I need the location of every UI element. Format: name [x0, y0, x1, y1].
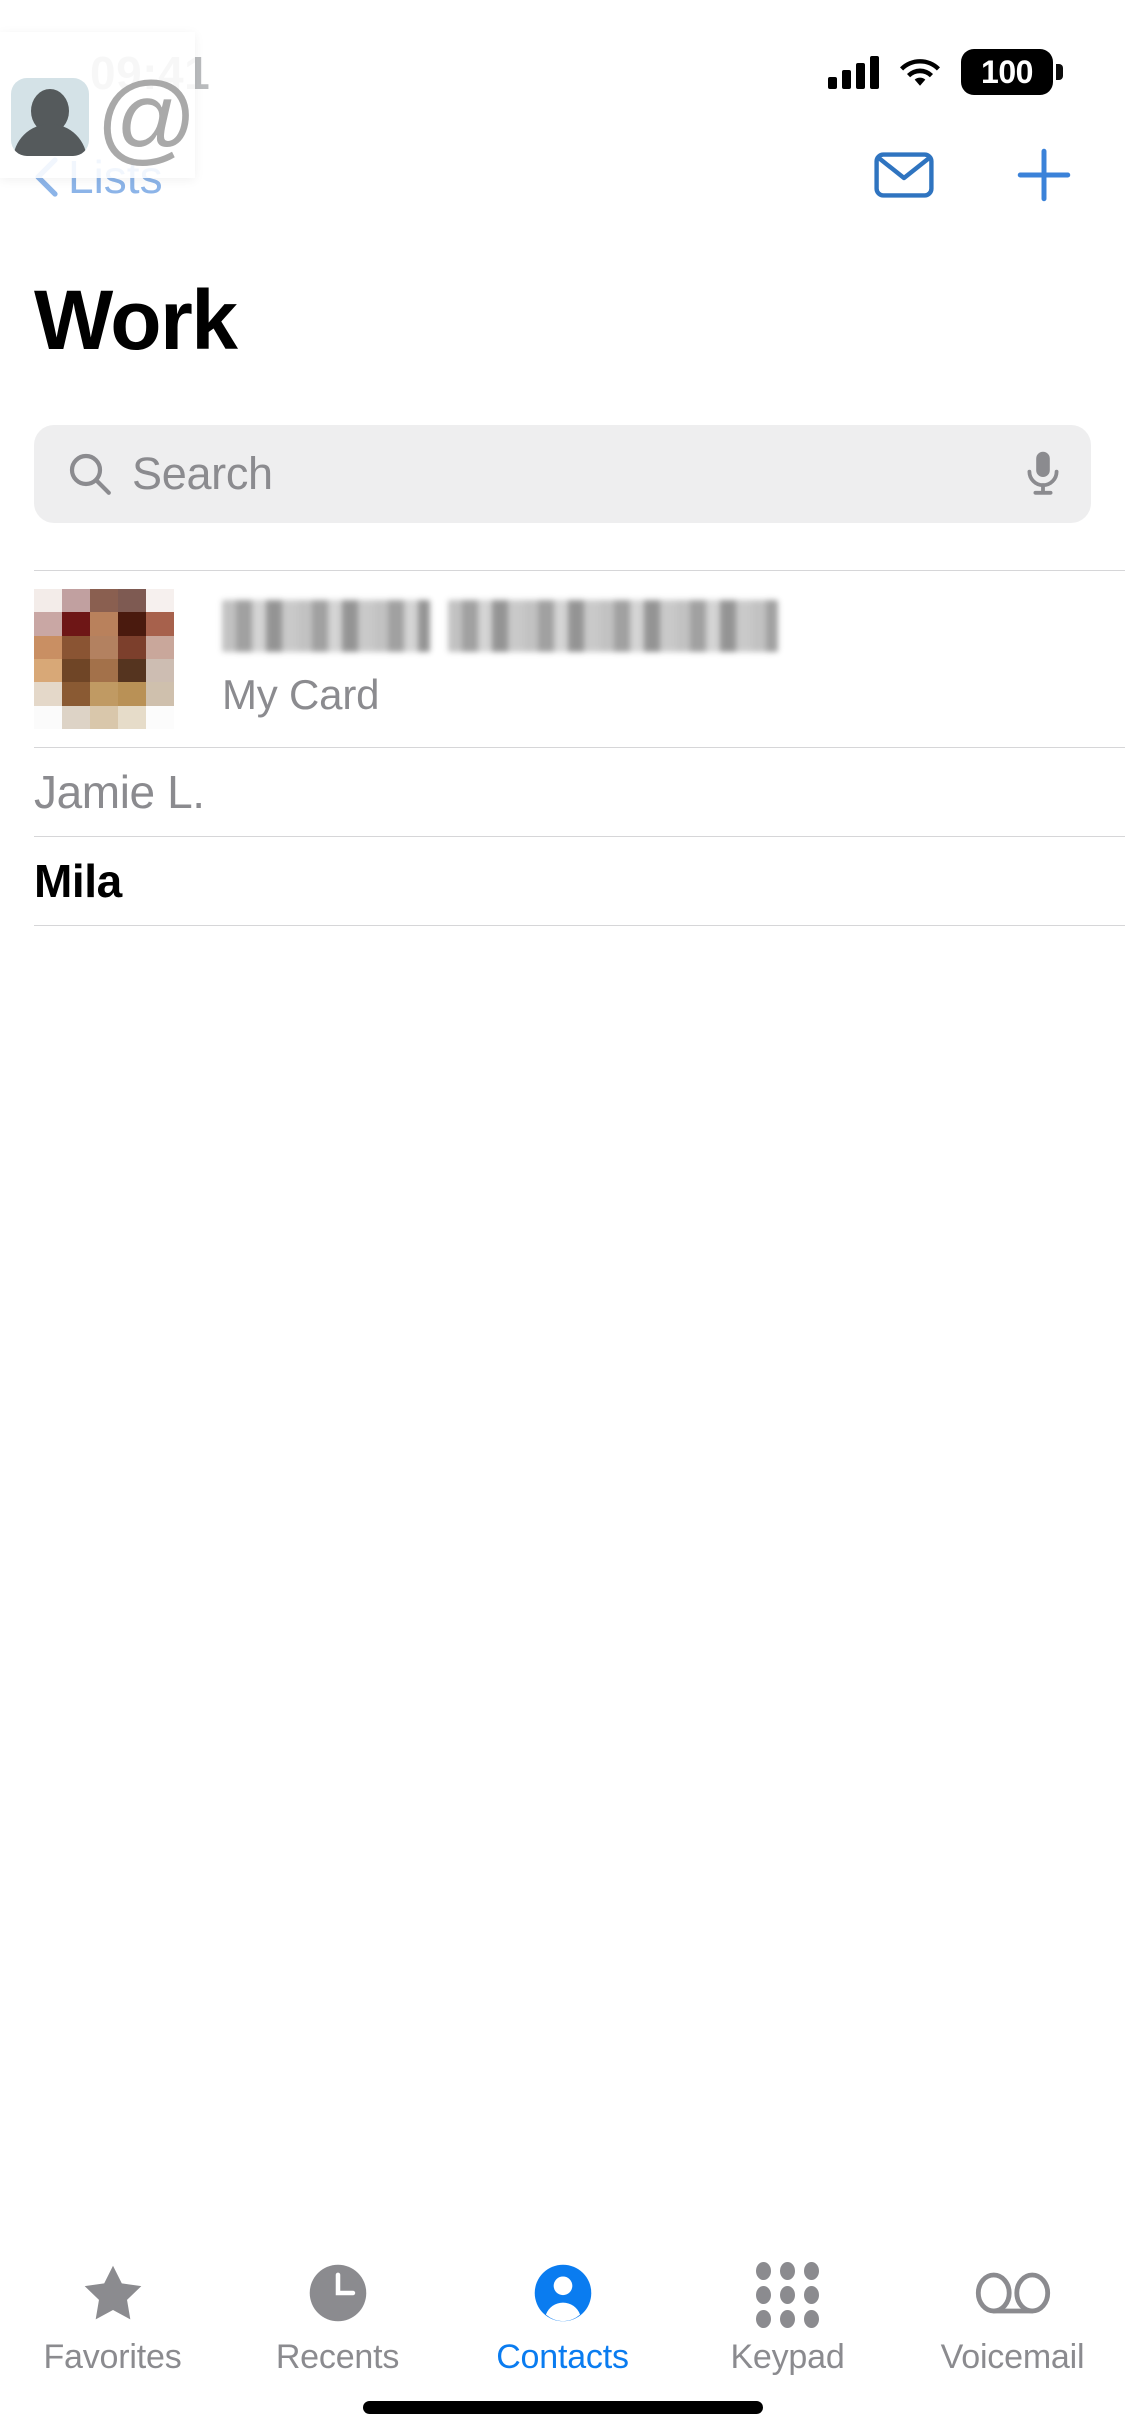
add-contact-button[interactable] — [1011, 142, 1077, 208]
voicemail-icon — [975, 2258, 1051, 2328]
my-card-text: My Card — [222, 599, 1091, 719]
tab-keypad[interactable]: Keypad — [675, 2258, 900, 2377]
contact-name: Mila — [34, 855, 122, 907]
tab-label: Favorites — [43, 2338, 182, 2376]
search-bar[interactable]: Search — [34, 425, 1091, 523]
tab-label: Keypad — [730, 2338, 845, 2376]
search-input[interactable]: Search — [132, 448, 1023, 500]
floating-overlay-card[interactable]: @ — [0, 32, 198, 178]
microphone-icon[interactable] — [1023, 449, 1063, 499]
contacts-list: My Card Jamie L. Mila — [0, 570, 1125, 926]
status-indicators: 100 — [828, 49, 1063, 95]
my-card-row[interactable]: My Card — [0, 571, 1125, 747]
person-circle-icon — [531, 2258, 595, 2328]
plus-icon — [1017, 148, 1071, 202]
wifi-icon — [900, 58, 940, 86]
mail-button[interactable] — [871, 142, 937, 208]
person-avatar-icon — [11, 78, 89, 156]
list-item[interactable]: Jamie L. — [0, 748, 1125, 836]
tab-contacts[interactable]: Contacts — [450, 2258, 675, 2377]
tab-label: Recents — [275, 2338, 400, 2376]
battery-percent: 100 — [981, 53, 1033, 90]
tab-label: Voicemail — [940, 2338, 1085, 2376]
nav-bar-actions — [871, 142, 1077, 208]
my-card-avatar — [34, 589, 174, 729]
battery-icon: 100 — [961, 49, 1063, 95]
home-indicator[interactable] — [362, 2401, 763, 2414]
tab-voicemail[interactable]: Voicemail — [900, 2258, 1125, 2377]
at-symbol-icon: @ — [96, 62, 198, 174]
tab-recents[interactable]: Recents — [225, 2258, 450, 2377]
keypad-dots-icon — [756, 2258, 819, 2328]
page-title: Work — [34, 273, 238, 367]
envelope-icon — [874, 152, 934, 198]
phone-screen: 09:41 100 Lists — [0, 0, 1125, 2436]
clock-icon — [306, 2258, 370, 2328]
my-card-name-redacted — [222, 599, 1091, 653]
star-icon — [80, 2258, 146, 2328]
list-divider — [34, 925, 1125, 926]
tab-favorites[interactable]: Favorites — [0, 2258, 225, 2377]
my-card-subtitle: My Card — [222, 671, 380, 718]
contact-name: Jamie L. — [34, 766, 205, 818]
cellular-bars-icon — [828, 55, 879, 89]
search-icon — [69, 453, 111, 495]
tab-label: Contacts — [496, 2338, 629, 2376]
list-item[interactable]: Mila — [0, 837, 1125, 925]
